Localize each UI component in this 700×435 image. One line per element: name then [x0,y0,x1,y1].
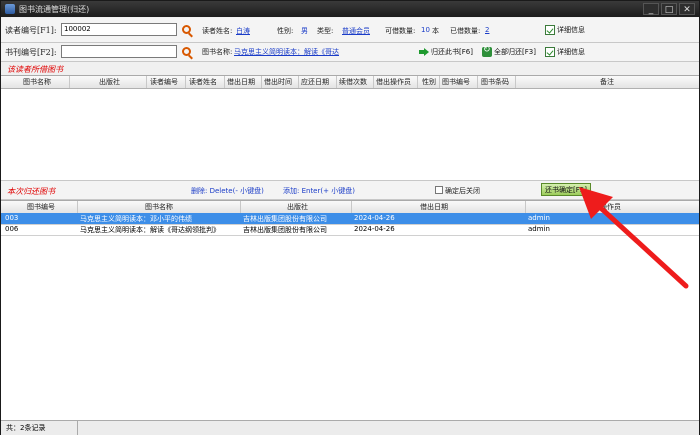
col-header[interactable]: 图书编号 [442,77,470,87]
cell-date: 2024-04-26 [354,214,395,222]
borrowable-value: 10 [421,26,430,34]
book-details-button[interactable]: 详细信息 [545,45,585,58]
reader-no-input[interactable]: 100002 [61,23,177,36]
reader-no-label: 读者编号[F1]: [5,26,57,35]
arrow-right-icon [419,47,429,56]
col-header[interactable]: 图书名称 [23,77,51,87]
return-this-label: 归还此书[F6] [431,47,473,56]
col-header[interactable]: 备注 [600,77,614,87]
delete-hint: 删除: Delete(- 小键盘) [191,187,264,195]
close-after-checkbox[interactable] [435,186,443,194]
return-this-button[interactable]: 归还此书[F6] [419,45,473,58]
status-bar: 共：2条记录 [1,420,699,435]
borrowed-label: 已借数量: [450,27,481,35]
cell-date: 2024-04-26 [354,225,395,233]
col-header[interactable]: 读者编号 [150,77,178,87]
borrowed-grid-header: 图书名称 出版社 读者编号 读者姓名 借出日期 借出时间 应还日期 续借次数 借… [1,76,699,89]
maximize-button[interactable]: □ [661,3,677,15]
book-details-label: 详细信息 [557,47,585,56]
minimize-button[interactable]: _ [643,3,659,15]
cell-id: 003 [5,214,19,222]
col-header[interactable]: 图书编号 [27,202,55,212]
return-all-button[interactable]: 全部归还[F3] [482,45,536,58]
reader-row: 读者编号[F1]: 100002 读者姓名: 白涛 性别: 男 类型: 普通会员… [1,18,699,43]
col-header[interactable]: 图书名称 [145,202,173,212]
borrowable-label: 可借数量: [385,27,416,35]
refresh-icon [482,45,492,57]
gender-value: 男 [301,27,308,35]
book-no-input[interactable] [61,45,177,58]
return-window: 图书流通管理(归还) _ □ ✕ 读者编号[F1]: 100002 读者姓名: … [0,0,700,435]
cell-name: 马克思主义简明读本：邓小平的伟绩 [80,215,192,223]
book-row: 书刊编号[F2]: 图书名称: 马克思主义简明读本：解读《哥达 归还此书[F6]… [1,43,699,62]
check-icon [545,24,555,35]
add-hint: 添加: Enter(+ 小键盘) [283,187,355,195]
col-header[interactable]: 读者姓名 [189,77,217,87]
col-header[interactable]: 性别 [422,77,436,87]
borrowed-section-title: 该读者所借图书 [7,65,63,74]
close-after-label: 确定后关闭 [445,187,480,195]
borrowable-unit: 本 [432,27,439,35]
app-icon [5,4,15,14]
close-button[interactable]: ✕ [679,3,695,15]
col-header[interactable]: 借出日期 [227,77,255,87]
record-count: 共：2条记录 [6,424,46,432]
annotation-arrow-icon [579,187,689,289]
col-header[interactable]: 应还日期 [301,77,329,87]
window-title: 图书流通管理(归还) [19,5,90,14]
col-header[interactable]: 借出操作员 [376,77,411,87]
reader-details-label: 详细信息 [557,25,585,34]
return-section-title: 本次归还图书 [7,187,55,196]
check-icon [545,46,555,57]
cell-publisher: 吉林出版集团股份有限公司 [243,215,327,223]
cell-id: 006 [5,225,19,233]
col-header[interactable]: 借出时间 [264,77,292,87]
type-link[interactable]: 普通会员 [342,26,370,36]
col-header[interactable]: 出版社 [287,202,308,212]
reader-name-label: 读者姓名: [202,27,233,35]
col-header[interactable]: 续借次数 [339,77,367,87]
title-bar[interactable]: 图书流通管理(归还) _ □ ✕ [1,1,699,17]
col-header[interactable]: 图书条码 [481,77,509,87]
gender-label: 性别: [277,27,294,35]
borrowed-link[interactable]: 2 [485,26,489,34]
cell-operator: admin [528,225,550,233]
type-label: 类型: [317,27,334,35]
col-header[interactable]: 借出日期 [420,202,448,212]
cell-publisher: 吉林出版集团股份有限公司 [243,226,327,234]
cell-operator: admin [528,214,550,222]
search-icon[interactable] [182,47,191,56]
borrowed-grid[interactable]: 图书名称 出版社 读者编号 读者姓名 借出日期 借出时间 应还日期 续借次数 借… [1,75,699,180]
search-icon[interactable] [182,25,191,34]
return-all-label: 全部归还[F3] [494,47,536,56]
cell-name: 马克思主义简明读本：解读《哥达纲领批判》 [80,226,220,234]
book-name-link[interactable]: 马克思主义简明读本：解读《哥达 [234,47,339,57]
book-name-label: 图书名称: [202,48,233,56]
col-header[interactable]: 出版社 [99,77,120,87]
reader-details-button[interactable]: 详细信息 [545,23,585,36]
book-no-label: 书刊编号[F2]: [5,48,57,57]
reader-name-link[interactable]: 白涛 [236,26,250,36]
